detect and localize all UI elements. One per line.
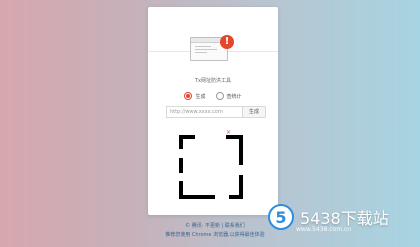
mode-stats-label: 查统计 [226,93,242,100]
qr-center-cover [200,126,226,140]
mode-generate-label: 生成 [195,93,206,100]
watermark-domain: www.5438.com.cn [296,226,352,233]
warning-icon: ! [220,35,234,49]
mode-generate[interactable]: 生成 [184,92,206,100]
mode-selector: 生成 查统计 [148,92,278,100]
radio-unchecked-icon [215,92,224,100]
footer-notice: 推荐您使用 Chrome 浏览器,以获得最佳体验 [165,232,265,238]
generate-button[interactable]: 生成 [242,106,266,118]
tool-card: ! Tx网址防洪工具 生成 查统计 http://www.xxxx.com 生成… [148,7,278,215]
qr-code [179,135,243,199]
tool-title: Tx网址防洪工具 [194,78,231,84]
radio-checked-icon [184,92,193,100]
mode-stats[interactable]: 查统计 [215,92,242,100]
watermark-logo: 5 [268,204,294,230]
url-input[interactable]: http://www.xxxx.com [166,106,246,118]
